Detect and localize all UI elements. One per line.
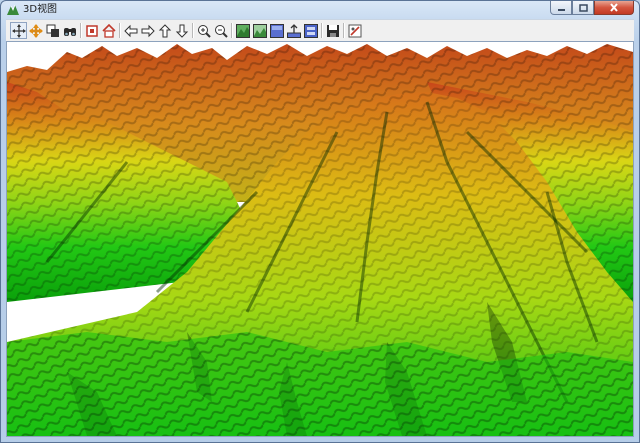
copy-button[interactable] [44,22,61,39]
toolbar-separator [321,23,323,38]
3d-terrain-view[interactable] [6,41,634,437]
terrain-shade-icon [252,23,267,38]
settings-button[interactable] [346,22,363,39]
zoom-out-button[interactable] [212,22,229,39]
terrain-shade-button[interactable] [251,22,268,39]
arrow-up-icon [158,23,171,37]
toolbar-separator [343,23,345,38]
close-button[interactable] [594,1,634,15]
toolbar-separator [192,23,194,38]
full-extent-icon [85,24,98,37]
toolbar [6,19,634,41]
pan-tool-button[interactable] [10,22,27,39]
save-button[interactable] [324,22,341,39]
fly-button[interactable] [61,22,78,39]
toolbar-separator [231,23,233,38]
save-icon [326,24,339,37]
layer-icon [303,23,318,38]
terrain-render [7,42,633,436]
toolbar-separator [119,23,121,38]
terrain-render-button[interactable] [234,22,251,39]
zoom-in-button[interactable] [195,22,212,39]
toolbar-separator [80,23,82,38]
layer-settings-button[interactable] [302,22,319,39]
zoom-out-icon [214,24,228,38]
move-orange-icon [28,23,43,38]
elevation-icon [286,23,301,38]
arrow-right-icon [141,24,155,37]
terrain-icon [235,23,250,38]
tilt-up-button[interactable] [156,22,173,39]
close-icon [610,3,618,12]
rotate-left-button[interactable] [122,22,139,39]
move-orange-button[interactable] [27,22,44,39]
window-title: 3D视图 [23,4,58,15]
full-extent-button[interactable] [83,22,100,39]
elevation-scale-button[interactable] [285,22,302,39]
settings-icon [348,24,361,37]
title-bar[interactable]: 3D视图 [1,1,639,18]
maximize-button[interactable] [572,1,594,15]
caption-buttons [550,1,634,16]
binoculars-icon [63,27,76,36]
zoom-in-icon [197,24,211,38]
app-icon [7,4,19,15]
texture-button[interactable] [268,22,285,39]
window: 3D视图 [0,0,640,443]
arrow-left-icon [123,24,137,37]
tilt-down-button[interactable] [173,22,190,39]
maximize-icon [578,3,588,12]
minimize-icon [557,8,565,11]
texture-icon [269,23,284,38]
copy-icon [46,24,59,37]
rotate-right-button[interactable] [139,22,156,39]
home-icon [101,23,116,38]
move-arrows-icon [11,23,26,38]
minimize-button[interactable] [550,1,572,15]
home-button[interactable] [100,22,117,39]
arrow-down-icon [175,24,188,38]
